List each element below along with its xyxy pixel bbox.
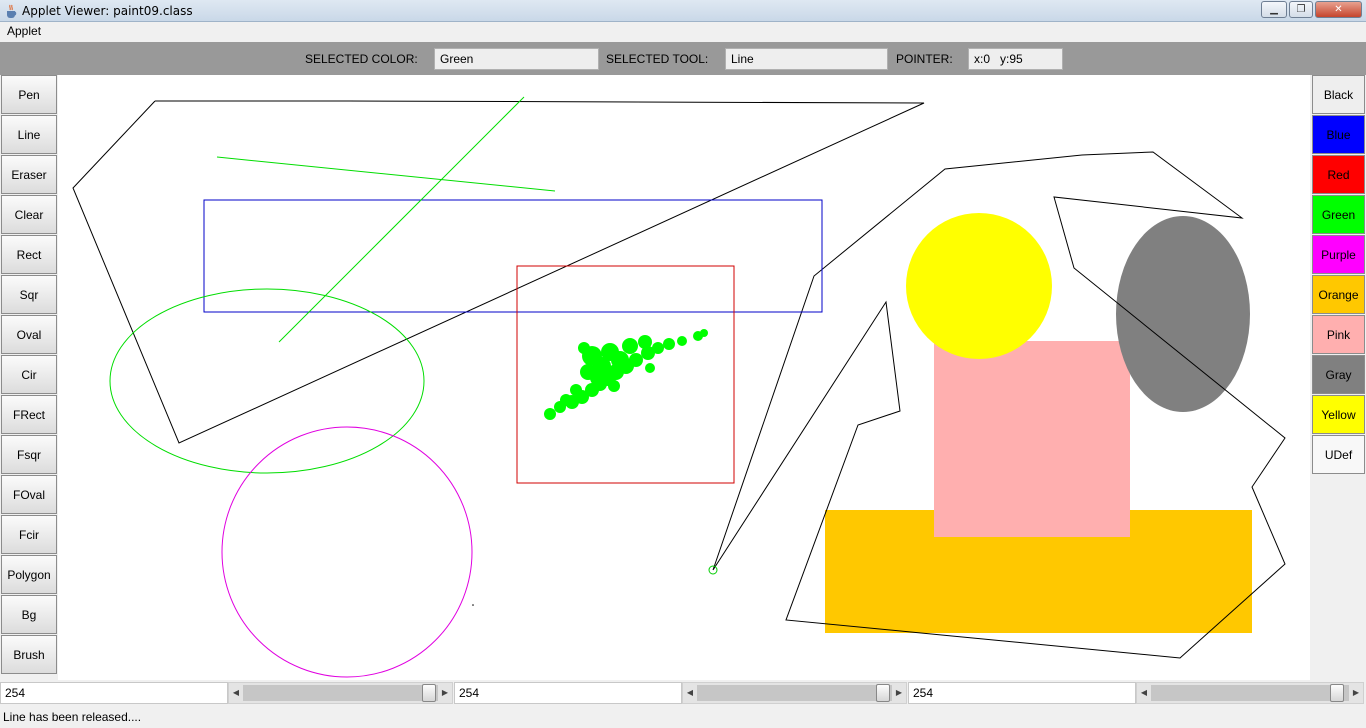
pointer-label: POINTER: [896, 52, 953, 66]
color-green-button[interactable]: Green [1312, 195, 1365, 234]
scroll-right-icon[interactable]: ▶ [438, 683, 452, 703]
color-gray-button[interactable]: Gray [1312, 355, 1365, 394]
pointer-field[interactable]: x:0 y:95 [968, 48, 1063, 70]
color-purple-button[interactable]: Purple [1312, 235, 1365, 274]
tool-filled-circle-button[interactable]: Fcir [1, 515, 57, 554]
window-title: Applet Viewer: paint09.class [22, 4, 193, 18]
status-toolbar: SELECTED COLOR: Green SELECTED TOOL: Lin… [0, 42, 1366, 75]
filled-rect-pink [934, 341, 1130, 537]
scroll-thumb[interactable] [1330, 684, 1344, 702]
rgb-slider-bar: 254 ◀ ▶ 254 ◀ ▶ 254 ◀ ▶ [0, 680, 1366, 706]
line-green-2 [278, 96, 525, 343]
tool-eraser-button[interactable]: Eraser [1, 155, 57, 194]
red-value-field[interactable]: 254 [0, 682, 228, 704]
color-blue-button[interactable]: Blue [1312, 115, 1365, 154]
color-pink-button[interactable]: Pink [1312, 315, 1365, 354]
green-value-field[interactable]: 254 [454, 682, 682, 704]
drawing-canvas[interactable] [58, 75, 1310, 680]
menu-bar: Applet [0, 22, 1366, 42]
tool-square-button[interactable]: Sqr [1, 275, 57, 314]
tool-filled-oval-button[interactable]: FOval [1, 475, 57, 514]
selected-tool-field[interactable]: Line [725, 48, 888, 70]
scroll-track[interactable] [1151, 685, 1349, 701]
circle-magenta [221, 426, 473, 678]
red-scrollbar[interactable]: ◀ ▶ [228, 682, 453, 704]
maximize-button[interactable]: ❐ [1289, 1, 1313, 18]
green-scrollbar[interactable]: ◀ ▶ [682, 682, 907, 704]
filled-oval-gray [1116, 216, 1250, 412]
tool-filled-rect-button[interactable]: FRect [1, 395, 57, 434]
color-user-defined-button[interactable]: UDef [1312, 435, 1365, 474]
tool-pen-button[interactable]: Pen [1, 75, 57, 114]
filled-circle-yellow [906, 213, 1052, 359]
title-bar: Applet Viewer: paint09.class ▁ ❐ ✕ [0, 0, 1366, 22]
scroll-right-icon[interactable]: ▶ [892, 683, 906, 703]
blue-scrollbar[interactable]: ◀ ▶ [1136, 682, 1364, 704]
scroll-track[interactable] [697, 685, 892, 701]
scroll-left-icon[interactable]: ◀ [683, 683, 697, 703]
scroll-left-icon[interactable]: ◀ [229, 683, 243, 703]
menu-applet[interactable]: Applet [7, 24, 41, 38]
tool-oval-button[interactable]: Oval [1, 315, 57, 354]
selected-tool-label: SELECTED TOOL: [606, 52, 709, 66]
dot-black [472, 604, 474, 606]
minimize-button[interactable]: ▁ [1261, 1, 1287, 18]
close-icon: ✕ [1334, 4, 1343, 15]
tool-clear-button[interactable]: Clear [1, 195, 57, 234]
scroll-thumb[interactable] [422, 684, 436, 702]
rect-blue [203, 199, 823, 313]
color-yellow-button[interactable]: Yellow [1312, 395, 1365, 434]
close-button[interactable]: ✕ [1315, 1, 1362, 18]
java-cup-icon [7, 4, 17, 18]
scroll-thumb[interactable] [876, 684, 890, 702]
restore-icon: ❐ [1296, 4, 1306, 15]
canvas-drawing [72, 96, 1286, 678]
oval-green [109, 288, 425, 474]
tool-line-button[interactable]: Line [1, 115, 57, 154]
scroll-left-icon[interactable]: ◀ [1137, 683, 1151, 703]
polygon-black-left [72, 100, 925, 444]
color-red-button[interactable]: Red [1312, 155, 1365, 194]
line-green-1 [216, 156, 556, 192]
tool-rect-button[interactable]: Rect [1, 235, 57, 274]
tool-circle-button[interactable]: Cir [1, 355, 57, 394]
tool-background-button[interactable]: Bg [1, 595, 57, 634]
brush-stroke-green [544, 329, 708, 420]
tool-polygon-button[interactable]: Polygon [1, 555, 57, 594]
tool-brush-button[interactable]: Brush [1, 635, 57, 674]
selected-color-field[interactable]: Green [434, 48, 599, 70]
scroll-right-icon[interactable]: ▶ [1349, 683, 1363, 703]
color-black-button[interactable]: Black [1312, 75, 1365, 114]
blue-value-field[interactable]: 254 [908, 682, 1136, 704]
rect-red [516, 265, 735, 484]
scroll-track[interactable] [243, 685, 438, 701]
color-orange-button[interactable]: Orange [1312, 275, 1365, 314]
minimize-icon: ▁ [1270, 4, 1278, 15]
status-message: Line has been released.... [3, 710, 142, 724]
selected-color-label: SELECTED COLOR: [305, 52, 418, 66]
tool-filled-square-button[interactable]: Fsqr [1, 435, 57, 474]
